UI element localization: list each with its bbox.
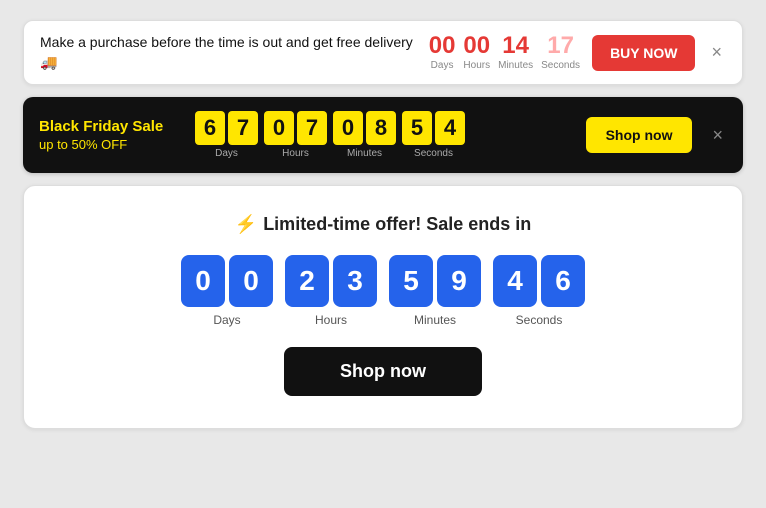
countdown-minutes: 14 Minutes: [498, 34, 533, 71]
banner1-text: Make a purchase before the time is out a…: [40, 33, 417, 72]
banner2-minutes: 0 8 Minutes: [333, 111, 396, 159]
banner2-text-block: Black Friday Sale up to 50% OFF: [39, 118, 179, 152]
banner3-shop-button[interactable]: Shop now: [284, 347, 482, 396]
banner2-days-d1: 6: [195, 111, 225, 145]
banner2-days: 6 7 Days: [195, 111, 258, 159]
banner2-days-d2: 7: [228, 111, 258, 145]
days-value: 00: [429, 34, 456, 58]
banner3-hours-d2: 3: [333, 255, 377, 307]
banner3-seconds-label: Seconds: [516, 313, 563, 327]
banner2-countdown: 6 7 Days 0 7 Hours 0 8 Minutes 5 4 Secon…: [195, 111, 570, 159]
banner1-close-button[interactable]: ×: [707, 42, 726, 63]
days-label: Days: [431, 60, 454, 71]
minutes-label: Minutes: [498, 60, 533, 71]
offer-title-text: Limited-time offer! Sale ends in: [263, 214, 531, 235]
buy-now-button[interactable]: BUY NOW: [592, 35, 695, 71]
black-friday-banner: Black Friday Sale up to 50% OFF 6 7 Days…: [23, 97, 743, 173]
banner2-minutes-d1: 0: [333, 111, 363, 145]
banner3-hours-d1: 2: [285, 255, 329, 307]
hours-value: 00: [463, 34, 490, 58]
banner3-minutes-d1: 5: [389, 255, 433, 307]
banner2-hours-d1: 0: [264, 111, 294, 145]
seconds-label: Seconds: [541, 60, 580, 71]
bf-subtitle: up to 50% OFF: [39, 137, 179, 152]
countdown-hours: 00 Hours: [463, 34, 490, 71]
banner2-minutes-label: Minutes: [347, 148, 382, 159]
banner3-hours: 2 3 Hours: [285, 255, 377, 327]
offer-title: ⚡ Limited-time offer! Sale ends in: [235, 214, 531, 235]
banner3-minutes-d2: 9: [437, 255, 481, 307]
banner2-days-label: Days: [215, 148, 238, 159]
banner3-days-d2: 0: [229, 255, 273, 307]
countdown-days: 00 Days: [429, 34, 456, 71]
banner2-close-button[interactable]: ×: [708, 125, 727, 146]
banner3-seconds-d2: 6: [541, 255, 585, 307]
banner2-seconds: 5 4 Seconds: [402, 111, 465, 159]
banner3-days-d1: 0: [181, 255, 225, 307]
banner2-seconds-d2: 4: [435, 111, 465, 145]
limited-offer-banner: ⚡ Limited-time offer! Sale ends in 0 0 D…: [23, 185, 743, 429]
banner2-hours-label: Hours: [282, 148, 309, 159]
banner3-days: 0 0 Days: [181, 255, 273, 327]
hours-label: Hours: [463, 60, 490, 71]
countdown-seconds: 17 Seconds: [541, 34, 580, 71]
banner2-shop-button[interactable]: Shop now: [586, 117, 693, 153]
banner2-hours-d2: 7: [297, 111, 327, 145]
minutes-value: 14: [502, 34, 529, 58]
banner2-seconds-d1: 5: [402, 111, 432, 145]
banner3-minutes: 5 9 Minutes: [389, 255, 481, 327]
free-delivery-banner: Make a purchase before the time is out a…: [23, 20, 743, 85]
banner2-seconds-label: Seconds: [414, 148, 453, 159]
seconds-value: 17: [547, 34, 574, 58]
banner2-hours: 0 7 Hours: [264, 111, 327, 159]
banner3-seconds-d1: 4: [493, 255, 537, 307]
banner1-countdown: 00 Days 00 Hours 14 Minutes 17 Seconds: [429, 34, 580, 71]
bf-title: Black Friday Sale: [39, 118, 179, 135]
banner2-minutes-d2: 8: [366, 111, 396, 145]
banner2-days-digits: 6 7: [195, 111, 258, 145]
lightning-icon: ⚡: [235, 214, 257, 235]
banner3-countdown: 0 0 Days 2 3 Hours 5 9 Minutes 4 6 Secon…: [181, 255, 585, 327]
banner3-seconds: 4 6 Seconds: [493, 255, 585, 327]
banner3-hours-label: Hours: [315, 313, 347, 327]
banner3-minutes-label: Minutes: [414, 313, 456, 327]
banner3-days-label: Days: [213, 313, 240, 327]
